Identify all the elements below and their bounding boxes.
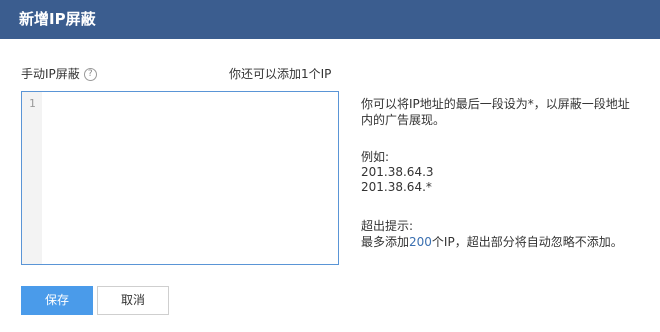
tip-number: 200 [409,235,432,249]
ip-input[interactable] [44,94,338,264]
example-title: 例如: [361,150,390,164]
cancel-button[interactable]: 取消 [97,286,169,315]
tip-text: 最多添加200个IP，超出部分将自动忽略不添加。 [361,234,631,250]
tip-suffix: 个IP，超出部分将自动忽略不添加。 [431,235,623,249]
save-button[interactable]: 保存 [21,286,93,315]
example-ip-2: 201.38.64.* [361,180,432,194]
example-ip-1: 201.38.64.3 [361,165,434,179]
help-icon[interactable]: ? [83,67,97,81]
limit-tip-block: 超出提示: 最多添加200个IP，超出部分将自动忽略不添加。 [361,218,631,250]
dialog-header: 新增IP屏蔽 [0,0,660,39]
dialog-title: 新增IP屏蔽 [19,10,96,28]
remaining-count-text: 你还可以添加1个IP [229,67,332,81]
description-text: 你可以将IP地址的最后一段设为*，以屏蔽一段地址内的广告展现。 [361,97,630,127]
tip-title: 超出提示: [361,219,414,233]
line-number-gutter: 1 [22,92,42,264]
help-description: 你可以将IP地址的最后一段设为*，以屏蔽一段地址内的广告展现。 [361,96,631,128]
field-label-text: 手动IP屏蔽 [21,67,80,81]
ip-editor[interactable]: 1 [21,91,339,265]
line-number: 1 [29,97,36,110]
tip-prefix: 最多添加 [361,235,410,249]
example-block: 例如: 201.38.64.3 201.38.64.* [361,150,631,195]
manual-ip-block-label: 手动IP屏蔽 ? [21,66,97,82]
